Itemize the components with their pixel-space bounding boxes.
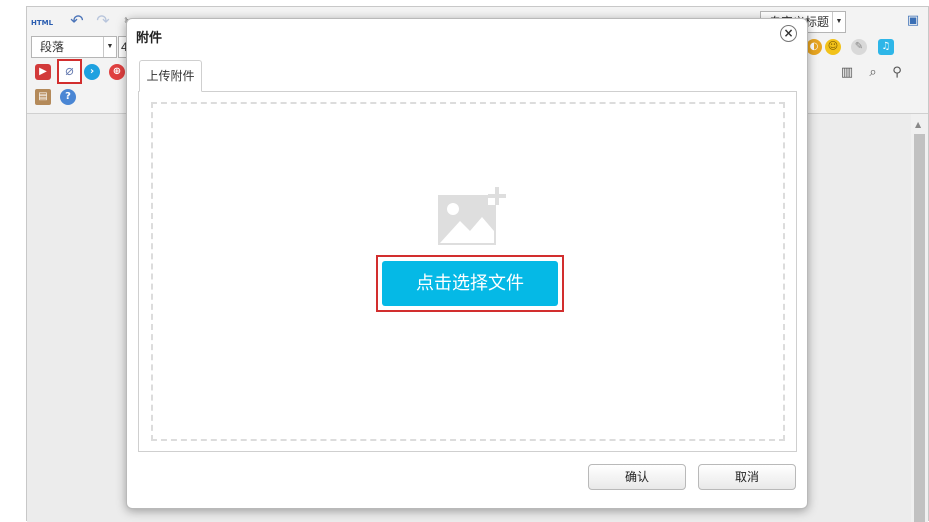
print-icon[interactable]: ▥ bbox=[837, 63, 857, 83]
confirm-button[interactable]: 确认 bbox=[588, 464, 686, 490]
tab-upload-attachment[interactable]: 上传附件 bbox=[139, 60, 202, 92]
shopping-cart-icon[interactable]: ⊕ bbox=[109, 64, 125, 80]
preview-search-icon[interactable]: ⌕ bbox=[863, 63, 883, 83]
cancel-button[interactable]: 取消 bbox=[698, 464, 796, 490]
attachment-dialog: 附件 × 上传附件 点击选择文件 确认 取消 bbox=[126, 18, 808, 509]
video-icon[interactable]: ▶ bbox=[35, 64, 51, 80]
paragraph-format-value: 段落 bbox=[40, 40, 65, 54]
paperclip-icon: ⌀ bbox=[65, 63, 74, 79]
help-icon[interactable]: ? bbox=[60, 89, 76, 105]
close-icon[interactable]: × bbox=[780, 25, 797, 42]
scroll-up-icon[interactable]: ▲ bbox=[915, 120, 921, 129]
preview-icon[interactable]: ▣ bbox=[903, 11, 923, 31]
music-play-icon[interactable]: › bbox=[84, 64, 100, 80]
vertical-scrollbar[interactable]: ▲ bbox=[911, 114, 928, 522]
undo-icon[interactable]: ↶ bbox=[67, 11, 87, 31]
dialog-title: 附件 bbox=[136, 30, 163, 45]
attachment-button[interactable]: ⌀ bbox=[57, 59, 82, 84]
html-source-button[interactable]: HTML bbox=[31, 13, 53, 33]
scrawl-icon[interactable]: ✎ bbox=[851, 39, 867, 55]
image-icon[interactable]: ◐ bbox=[806, 39, 822, 55]
chevron-down-icon: ▼ bbox=[832, 12, 845, 32]
add-image-icon bbox=[438, 187, 506, 245]
scrollbar-thumb[interactable] bbox=[914, 134, 925, 522]
emotion-icon[interactable]: ☺ bbox=[825, 39, 841, 55]
file-drop-zone[interactable]: 点击选择文件 bbox=[151, 102, 785, 441]
redo-icon[interactable]: ↷ bbox=[93, 11, 113, 31]
chevron-down-icon: ▼ bbox=[103, 37, 116, 57]
choose-file-highlight: 点击选择文件 bbox=[376, 255, 564, 312]
music-icon[interactable]: ♫ bbox=[878, 39, 894, 55]
paragraph-format-select[interactable]: 段落 ▼ bbox=[31, 36, 117, 58]
choose-file-button[interactable]: 点击选择文件 bbox=[382, 261, 558, 306]
upload-panel: 点击选择文件 bbox=[138, 91, 797, 452]
search-replace-icon[interactable]: ⚲ bbox=[887, 63, 907, 83]
paste-icon[interactable]: ▤ bbox=[35, 89, 51, 105]
